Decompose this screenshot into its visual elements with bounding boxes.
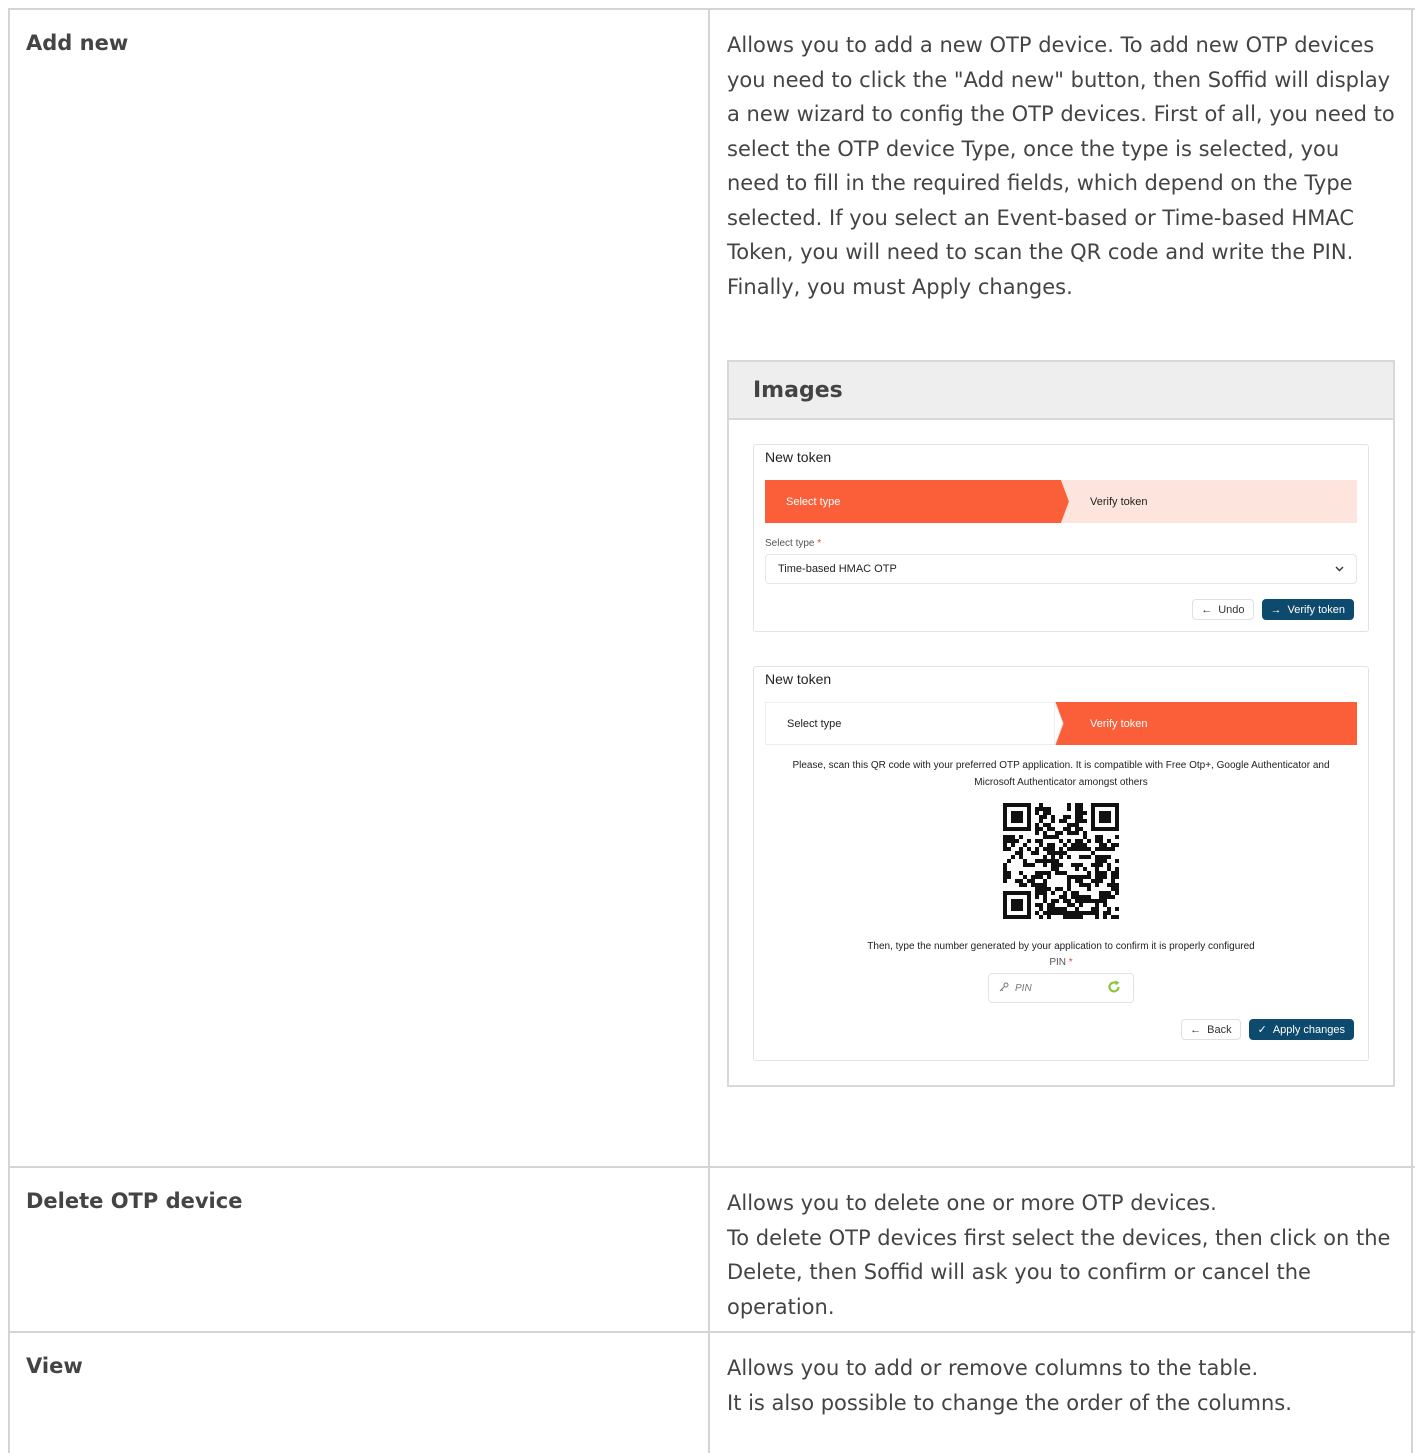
arrow-right-icon: →: [1270, 603, 1282, 616]
table-row: Delete OTP device Allows you to delete o…: [10, 1168, 1415, 1333]
wizard-actions: ← Back ✓ Apply changes: [754, 1003, 1368, 1049]
wizard-stepper: Select type Verify token: [765, 702, 1357, 745]
feature-table: Add new Allows you to add a new OTP devi…: [8, 8, 1415, 1453]
description-text: Allows you to add or remove columns to t…: [727, 1356, 1259, 1380]
undo-button[interactable]: ← Undo: [1192, 599, 1254, 620]
table-row: View Allows you to add or remove columns…: [10, 1333, 1415, 1453]
wizard-actions: ← Undo → Verify token: [754, 584, 1368, 629]
term-view: View: [26, 1354, 83, 1378]
new-token-wizard-step1: New token Select type Verify token Selec…: [753, 444, 1369, 632]
step-label: Select type: [787, 717, 842, 730]
step-verify-token[interactable]: Verify token: [1069, 702, 1357, 745]
qr-instructions: Please, scan this QR code with your pref…: [792, 760, 1330, 788]
chevron-down-icon: [1335, 563, 1344, 575]
select-value: Time-based HMAC OTP: [778, 563, 897, 575]
description-delete: Allows you to delete one or more OTP dev…: [727, 1186, 1395, 1324]
term-delete-otp-device: Delete OTP device: [26, 1189, 243, 1213]
wizard-title: New token: [765, 449, 832, 465]
back-button[interactable]: ← Back: [1181, 1019, 1241, 1040]
description-cell: Allows you to add or remove columns to t…: [710, 1333, 1413, 1453]
confirm-instructions: Then, type the number generated by your …: [867, 941, 1255, 952]
images-panel-title: Images: [729, 362, 1393, 420]
verify-token-button[interactable]: → Verify token: [1261, 599, 1354, 620]
step-select-type[interactable]: Select type: [765, 480, 1055, 523]
step-arrow: [1055, 702, 1069, 745]
term-cell: View: [10, 1333, 710, 1453]
term-cell: Add new: [10, 10, 710, 1166]
step-verify-token[interactable]: Verify token: [1069, 480, 1357, 523]
description-cell: Allows you to delete one or more OTP dev…: [710, 1168, 1413, 1331]
pin-label: PIN *: [1049, 957, 1073, 968]
images-panel: Images New token Select type Verify toke…: [727, 360, 1395, 1087]
step-arrow: [1055, 480, 1069, 523]
description-cell: Allows you to add a new OTP device. To a…: [710, 10, 1413, 1166]
refresh-icon[interactable]: [1107, 980, 1121, 997]
wizard-stepper: Select type Verify token: [765, 480, 1357, 523]
description-text: Allows you to add a new OTP device. To a…: [727, 33, 1395, 299]
pin-input[interactable]: PIN: [988, 973, 1134, 1003]
apply-changes-button[interactable]: ✓ Apply changes: [1248, 1019, 1354, 1040]
step-label: Verify token: [1090, 495, 1148, 508]
wizard-title: New token: [765, 671, 832, 687]
select-type-label: Select type *: [765, 538, 822, 549]
table-row: Add new Allows you to add a new OTP devi…: [10, 10, 1415, 1168]
step-label: Select type: [786, 495, 841, 508]
key-icon: [999, 982, 1009, 995]
images-panel-body: New token Select type Verify token Selec…: [729, 420, 1393, 1085]
arrow-left-icon: ←: [1201, 603, 1213, 616]
qr-code: [754, 803, 1368, 919]
description-text: To delete OTP devices first select the d…: [727, 1225, 1391, 1319]
description-view: Allows you to add or remove columns to t…: [727, 1351, 1395, 1420]
step-label: Verify token: [1090, 717, 1148, 730]
step-select-type[interactable]: Select type: [765, 702, 1055, 745]
description-text: Allows you to delete one or more OTP dev…: [727, 1191, 1217, 1215]
select-type-dropdown[interactable]: Time-based HMAC OTP: [765, 554, 1357, 584]
description-add-new: Allows you to add a new OTP device. To a…: [727, 28, 1395, 304]
term-cell: Delete OTP device: [10, 1168, 710, 1331]
new-token-wizard-step2: New token Select type Verify token Pleas…: [753, 666, 1369, 1061]
term-add-new: Add new: [26, 31, 129, 55]
arrow-left-icon: ←: [1190, 1023, 1202, 1036]
pin-placeholder: PIN: [1015, 982, 1032, 994]
description-text: It is also possible to change the order …: [727, 1390, 1292, 1415]
check-icon: ✓: [1257, 1024, 1267, 1036]
